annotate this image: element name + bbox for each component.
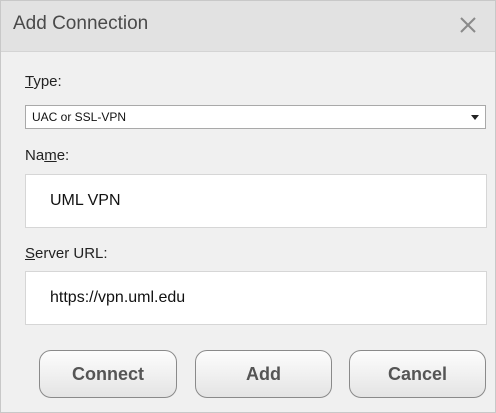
name-label: Name: xyxy=(25,147,70,164)
name-field-value: UML VPN xyxy=(50,192,121,209)
connect-button[interactable]: Connect xyxy=(39,350,177,398)
title-bar: Add Connection xyxy=(1,1,495,52)
cancel-button[interactable]: Cancel xyxy=(349,350,486,398)
name-field[interactable]: UML VPN xyxy=(25,174,487,228)
close-icon[interactable] xyxy=(453,9,483,39)
server-url-label: Server URL: xyxy=(25,245,108,262)
add-button[interactable]: Add xyxy=(195,350,332,398)
server-url-field-value: https://vpn.uml.edu xyxy=(50,289,186,306)
type-label: Type: xyxy=(25,73,62,90)
chevron-down-icon xyxy=(471,115,479,120)
type-select-value: UAC or SSL-VPN xyxy=(32,110,127,124)
dialog-title: Add Connection xyxy=(13,13,149,34)
add-connection-dialog: Add Connection Type: UAC or SSL-VPN Name… xyxy=(0,0,496,413)
type-select[interactable]: UAC or SSL-VPN xyxy=(25,105,486,129)
server-url-field[interactable]: https://vpn.uml.edu xyxy=(25,271,487,325)
